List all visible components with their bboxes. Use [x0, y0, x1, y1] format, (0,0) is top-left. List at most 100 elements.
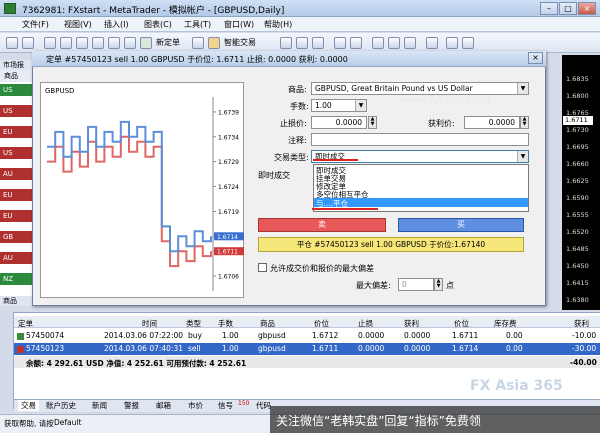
auto-trade-button[interactable]: 智能交易 [224, 36, 256, 50]
profiles-icon[interactable] [22, 37, 34, 49]
market-watch-header: 商品 [0, 70, 34, 82]
stop-loss-stepper[interactable]: ▲ ▼ [368, 116, 377, 129]
window-title: 7362981: FXstart - MetaTrader - 模拟帐户 - [… [22, 6, 285, 16]
chevron-down-icon[interactable]: ▼ [517, 151, 528, 162]
col-symbol[interactable]: 商品 [260, 318, 275, 329]
market-watch-row[interactable]: EU [0, 210, 34, 222]
maximize-button[interactable]: □ [559, 2, 577, 15]
tab-mailbox[interactable]: 邮箱 [156, 400, 171, 411]
line-chart-icon[interactable] [312, 37, 324, 49]
market-watch-row[interactable]: NZ [0, 273, 34, 285]
table-cell: 1.6712 [312, 331, 339, 340]
volume-select[interactable]: 1.00 ▼ [311, 99, 367, 112]
menu-help[interactable]: 帮助(H) [264, 19, 292, 30]
market-watch-row[interactable]: US [0, 147, 34, 159]
navigator-icon[interactable] [76, 37, 88, 49]
table-cell: 2014.03.06 07:40:31 [104, 344, 184, 353]
market-watch-tab[interactable]: 市场报 [0, 60, 34, 70]
close-position-button[interactable]: 平仓 #57450123 sell 1.00 GBPUSD 于价位:1.6714… [258, 237, 524, 252]
market-watch-row[interactable]: US [0, 105, 34, 117]
market-watch-row[interactable]: EU [0, 126, 34, 138]
new-order-button[interactable]: 新定单 [156, 36, 180, 50]
tab-alerts[interactable]: 警报 [124, 400, 139, 411]
menu-tools[interactable]: 工具(T) [184, 19, 211, 30]
market-watch-row[interactable]: EU [0, 189, 34, 201]
symbol-value: GBPUSD, Great Britain Pound vs US Dollar [315, 84, 473, 93]
chart-y-tick: 1.6724 [218, 184, 239, 191]
tab-news[interactable]: 新闻 [92, 400, 107, 411]
market-watch-row[interactable]: GB [0, 231, 34, 243]
max-deviation-stepper[interactable]: ▲ ▼ [434, 278, 443, 291]
max-deviation-input[interactable]: 0 [398, 278, 434, 291]
terminal-icon[interactable] [92, 37, 104, 49]
chevron-down-icon[interactable]: ▼ [517, 83, 528, 94]
tab-market[interactable]: 市价 [188, 400, 203, 411]
account-summary: 余额: 4 292.61 USD 净值: 4 252.61 可用预付款: 4 2… [26, 359, 247, 368]
chart-y-tick: 1.6734 [218, 134, 239, 141]
market-watch-row[interactable]: AU [0, 252, 34, 264]
table-cell: 1.6714 [452, 344, 479, 353]
tile-icon[interactable] [372, 37, 384, 49]
menu-chart[interactable]: 图表(C) [144, 19, 172, 30]
minimize-button[interactable]: – [540, 2, 558, 15]
menu-view[interactable]: 视图(V) [64, 19, 92, 30]
history-icon[interactable] [124, 37, 136, 49]
indicators-icon[interactable] [426, 37, 438, 49]
autoscroll-icon[interactable] [388, 37, 400, 49]
period-icon[interactable] [446, 37, 458, 49]
close-button[interactable]: × [578, 2, 596, 15]
auto-trade-icon[interactable] [208, 37, 220, 49]
sell-button[interactable]: 卖 [258, 218, 386, 232]
col-sl[interactable]: 止损 [358, 318, 373, 329]
col-tp[interactable]: 获利 [404, 318, 419, 329]
zoom-in-icon[interactable] [334, 37, 346, 49]
stop-loss-input[interactable]: 0.0000 [311, 116, 367, 129]
buy-button[interactable]: 买 [398, 218, 524, 232]
col-time[interactable]: 时间 [142, 318, 157, 329]
tester-icon[interactable] [108, 37, 120, 49]
take-profit-label: 获利价: [428, 119, 455, 128]
signals-count-badge: 150 [238, 400, 250, 407]
chevron-down-icon[interactable]: ▼ [355, 100, 366, 111]
market-watch-bottom-tab[interactable]: 商品 [0, 296, 34, 306]
templates-icon[interactable] [462, 37, 474, 49]
col-order[interactable]: 定单 [18, 318, 33, 329]
table-cell: 0.00 [506, 331, 523, 340]
tab-signals[interactable]: 信号 [218, 400, 233, 411]
col-price[interactable]: 价位 [314, 318, 329, 329]
editor-icon[interactable] [192, 37, 204, 49]
menu-file[interactable]: 文件(F) [22, 19, 49, 30]
col-swap[interactable]: 库存费 [494, 318, 517, 329]
comment-input[interactable] [311, 133, 529, 146]
dialog-close-button[interactable]: × [528, 52, 543, 64]
order-type-label: 交易类型: [274, 153, 309, 162]
tab-account-history[interactable]: 账户历史 [46, 400, 76, 411]
tab-code[interactable]: 代码 [256, 400, 271, 411]
tab-trade[interactable]: 交易 [18, 400, 39, 411]
table-cell: 1.00 [222, 331, 239, 340]
col-type[interactable]: 类型 [186, 318, 201, 329]
col-volume[interactable]: 手数 [218, 318, 233, 329]
menu-window[interactable]: 窗口(W) [224, 19, 254, 30]
col-profit[interactable]: 获利 [574, 318, 589, 329]
zoom-out-icon[interactable] [350, 37, 362, 49]
new-order-icon[interactable] [140, 37, 152, 49]
price-scale-tick: 1.6415 [566, 279, 589, 287]
take-profit-input[interactable]: 0.0000 [464, 116, 520, 129]
chart-shift-icon[interactable] [404, 37, 416, 49]
market-watch-icon[interactable] [44, 37, 56, 49]
market-watch-row[interactable]: US [0, 84, 34, 96]
market-watch-row[interactable]: AU [0, 168, 34, 180]
take-profit-stepper[interactable]: ▲ ▼ [520, 116, 529, 129]
new-chart-icon[interactable] [6, 37, 18, 49]
data-window-icon[interactable] [60, 37, 72, 49]
chart-y-tick: 1.6706 [218, 274, 239, 281]
menu-insert[interactable]: 插入(I) [104, 19, 129, 30]
col-current-price[interactable]: 价位 [454, 318, 469, 329]
deviation-checkbox[interactable] [258, 263, 267, 272]
selected-underline [312, 208, 378, 210]
order-type-select[interactable]: 即时成交 ▼ [311, 150, 529, 163]
volume-label: 手数: [290, 102, 309, 111]
bar-chart-icon[interactable] [280, 37, 292, 49]
candle-chart-icon[interactable] [296, 37, 308, 49]
